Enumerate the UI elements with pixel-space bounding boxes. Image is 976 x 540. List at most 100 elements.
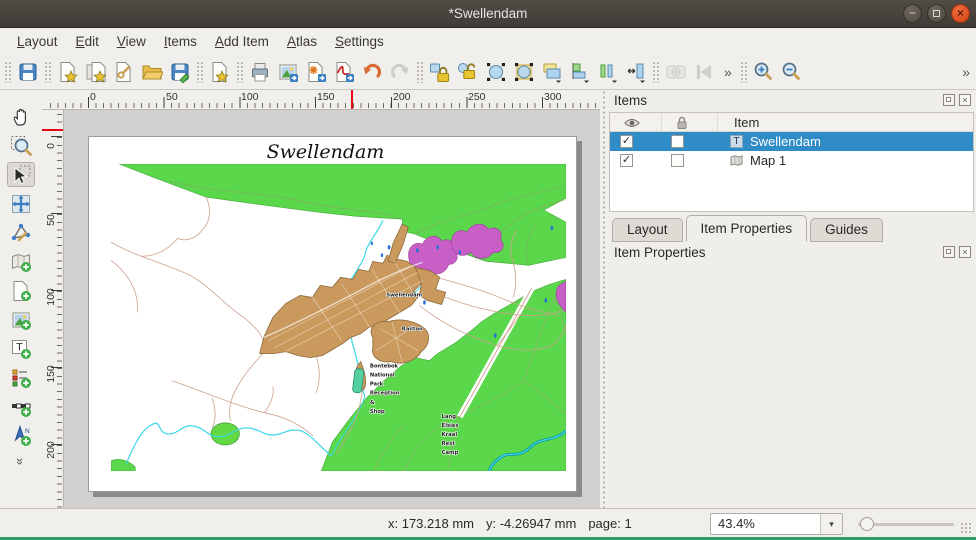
main-toolbar: » » [0,54,976,90]
vertical-ruler[interactable]: 0 50 100 150 200 [42,110,64,508]
zoom-tool-button[interactable] [7,133,35,158]
zoom-slider-handle[interactable] [860,517,874,531]
float-panel-icon[interactable] [943,246,955,258]
layout-canvas[interactable]: Swellendam [64,110,600,508]
menu-atlas[interactable]: Atlas [278,31,326,52]
minimize-button[interactable]: − [903,4,922,23]
items-list[interactable]: Item ✓ T Swellendam ✓ Map 1 [609,112,974,212]
lock-items-button[interactable] [426,58,454,86]
ungroup-items-button[interactable] [510,58,538,86]
window-resize-grip[interactable] [960,522,972,534]
menu-add-item[interactable]: Add Item [206,31,278,52]
atlas-first-feature-button[interactable] [690,58,718,86]
toolbar-grip[interactable] [196,61,204,83]
save-as-template-button[interactable] [166,58,194,86]
menu-items[interactable]: Items [155,31,206,52]
float-panel-icon[interactable] [943,94,955,106]
group-items-button[interactable] [482,58,510,86]
export-image-button[interactable] [274,58,302,86]
save-project-button[interactable] [14,58,42,86]
toolbar-grip[interactable] [44,61,52,83]
layout-page[interactable]: Swellendam [88,136,577,492]
close-panel-icon[interactable]: × [959,246,971,258]
zoom-in-button[interactable] [750,58,778,86]
select-move-item-tool-button[interactable] [7,162,35,187]
lock-column-icon [676,116,688,130]
title-bar[interactable]: *Swellendam − × [0,0,976,28]
menu-settings[interactable]: Settings [326,31,393,52]
add-3d-map-icon [10,280,32,302]
load-template-button[interactable] [138,58,166,86]
column-divider [717,113,718,131]
print-layout-button[interactable] [246,58,274,86]
resize-items-button[interactable] [622,58,650,86]
layout-manager-button[interactable] [110,58,138,86]
pan-tool-button[interactable] [7,104,35,129]
menu-layout[interactable]: Layout [8,31,67,52]
raise-items-icon [541,61,563,83]
ruler-label: 0 [45,131,57,161]
menu-bar: Layout Edit View Items Add Item Atlas Se… [0,28,976,54]
resize-items-icon [625,61,647,83]
tab-guides[interactable]: Guides [810,218,883,242]
item-row-map1[interactable]: ✓ Map 1 [610,151,973,170]
combo-dropdown-button[interactable]: ▾ [820,514,842,534]
toolbar-grip[interactable] [4,61,12,83]
duplicate-layout-button[interactable] [82,58,110,86]
visibility-checkbox[interactable]: ✓ [620,154,633,167]
toolbar-grip[interactable] [740,61,748,83]
export-svg-button[interactable] [302,58,330,86]
map-label: Railton [402,327,423,333]
zoom-out-button[interactable] [778,58,806,86]
coord-y: y: -4.26947 mm [486,516,576,531]
distribute-items-button[interactable] [594,58,622,86]
toolbar-grip[interactable] [652,61,660,83]
toolbar-grip[interactable] [236,61,244,83]
ruler-label: 300 [544,91,562,103]
item-row-swellendam[interactable]: ✓ T Swellendam [610,132,973,151]
tab-layout[interactable]: Layout [612,218,683,242]
add-map-tool-button[interactable] [7,249,35,274]
unlock-all-button[interactable] [454,58,482,86]
open-folder-icon [141,61,163,83]
add-picture-tool-button[interactable] [7,307,35,332]
lock-checkbox[interactable] [671,135,684,148]
raise-items-button[interactable] [538,58,566,86]
ruler-label: 0 [90,91,96,103]
atlas-preview-button[interactable] [662,58,690,86]
maximize-button[interactable] [927,4,946,23]
toolbar-overflow-button[interactable]: » [718,64,738,80]
horizontal-ruler[interactable]: 0 50 100 150 200 250 300 [42,90,600,110]
visibility-eye-icon [624,117,640,129]
move-item-content-tool-button[interactable] [7,191,35,216]
zoom-level-combobox[interactable]: 43.4% ▾ [710,513,843,535]
add-items-from-template-button[interactable] [206,58,234,86]
add-scalebar-tool-button[interactable] [7,394,35,419]
ruler-label: 50 [45,205,57,235]
ruler-label: 200 [393,91,411,103]
close-button[interactable]: × [951,4,970,23]
visibility-checkbox[interactable]: ✓ [620,135,633,148]
toolbar-grip[interactable] [416,61,424,83]
panel-splitter[interactable] [600,90,607,508]
edit-nodes-item-tool-button[interactable] [7,220,35,245]
undo-button[interactable] [358,58,386,86]
close-panel-icon[interactable]: × [959,94,971,106]
tab-item-properties[interactable]: Item Properties [686,215,808,242]
new-layout-button[interactable] [54,58,82,86]
map-item[interactable]: SwellendamRailtonBontebokNationalParkRec… [111,164,566,471]
more-tools-button[interactable]: » [13,458,28,465]
redo-button[interactable] [386,58,414,86]
lock-checkbox[interactable] [671,154,684,167]
export-pdf-button[interactable] [330,58,358,86]
map-title-label-item[interactable]: Swellendam [89,141,562,163]
ruler-label: 250 [468,91,486,103]
add-legend-tool-button[interactable] [7,365,35,390]
menu-view[interactable]: View [108,31,155,52]
menu-edit[interactable]: Edit [67,31,108,52]
add-label-tool-button[interactable]: T [7,336,35,361]
add-3d-map-tool-button[interactable] [7,278,35,303]
toolbar-overflow-button-2[interactable]: » [956,64,976,80]
add-north-arrow-tool-button[interactable]: N [7,423,35,448]
align-items-button[interactable] [566,58,594,86]
